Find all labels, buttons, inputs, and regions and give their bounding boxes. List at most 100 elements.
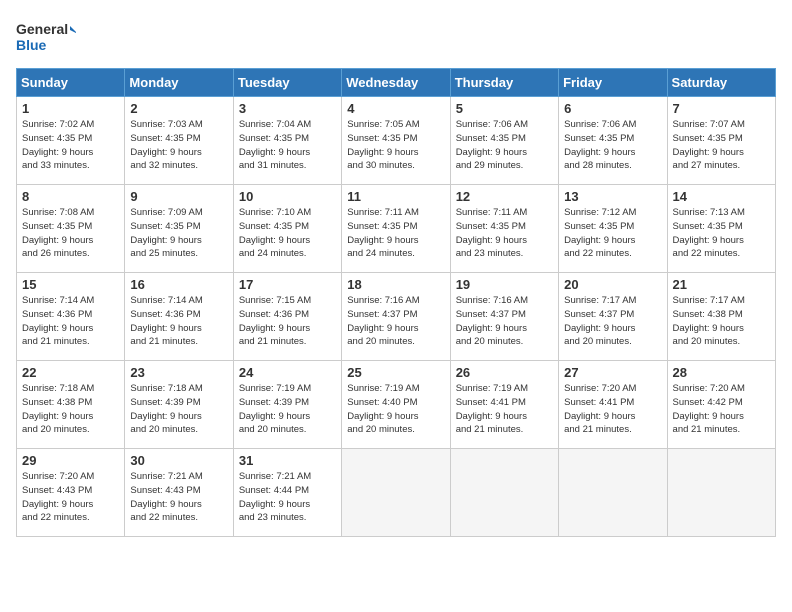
day-number: 14 (673, 189, 770, 204)
day-info: Sunrise: 7:04 AMSunset: 4:35 PMDaylight:… (239, 118, 336, 173)
day-info: Sunrise: 7:08 AMSunset: 4:35 PMDaylight:… (22, 206, 119, 261)
day-number: 1 (22, 101, 119, 116)
day-number: 9 (130, 189, 227, 204)
calendar-cell: 5 Sunrise: 7:06 AMSunset: 4:35 PMDaylight… (450, 97, 558, 185)
calendar-cell (667, 449, 775, 537)
day-number: 10 (239, 189, 336, 204)
day-number: 2 (130, 101, 227, 116)
calendar-cell: 31 Sunrise: 7:21 AMSunset: 4:44 PMDayligh… (233, 449, 341, 537)
weekday-header-saturday: Saturday (667, 69, 775, 97)
calendar-body: 1 Sunrise: 7:02 AMSunset: 4:35 PMDaylight… (17, 97, 776, 537)
day-info: Sunrise: 7:11 AMSunset: 4:35 PMDaylight:… (456, 206, 553, 261)
calendar-cell: 24 Sunrise: 7:19 AMSunset: 4:39 PMDayligh… (233, 361, 341, 449)
calendar-cell: 28 Sunrise: 7:20 AMSunset: 4:42 PMDayligh… (667, 361, 775, 449)
calendar-cell: 30 Sunrise: 7:21 AMSunset: 4:43 PMDayligh… (125, 449, 233, 537)
day-info: Sunrise: 7:11 AMSunset: 4:35 PMDaylight:… (347, 206, 444, 261)
weekday-header-wednesday: Wednesday (342, 69, 450, 97)
day-info: Sunrise: 7:16 AMSunset: 4:37 PMDaylight:… (456, 294, 553, 349)
calendar: SundayMondayTuesdayWednesdayThursdayFrid… (16, 68, 776, 537)
day-number: 21 (673, 277, 770, 292)
day-info: Sunrise: 7:21 AMSunset: 4:44 PMDaylight:… (239, 470, 336, 525)
day-info: Sunrise: 7:05 AMSunset: 4:35 PMDaylight:… (347, 118, 444, 173)
calendar-cell: 19Sunrise: 7:16 AMSunset: 4:37 PMDayligh… (450, 273, 558, 361)
day-info: Sunrise: 7:19 AMSunset: 4:39 PMDaylight:… (239, 382, 336, 437)
calendar-cell: 2 Sunrise: 7:03 AMSunset: 4:35 PMDaylight… (125, 97, 233, 185)
calendar-cell: 12Sunrise: 7:11 AMSunset: 4:35 PMDayligh… (450, 185, 558, 273)
calendar-cell: 3 Sunrise: 7:04 AMSunset: 4:35 PMDaylight… (233, 97, 341, 185)
day-info: Sunrise: 7:21 AMSunset: 4:43 PMDaylight:… (130, 470, 227, 525)
week-row-3: 15 Sunrise: 7:14 AMSunset: 4:36 PMDayligh… (17, 273, 776, 361)
calendar-cell: 11 Sunrise: 7:11 AMSunset: 4:35 PMDayligh… (342, 185, 450, 273)
calendar-cell: 22 Sunrise: 7:18 AMSunset: 4:38 PMDayligh… (17, 361, 125, 449)
day-number: 23 (130, 365, 227, 380)
calendar-cell: 9Sunrise: 7:09 AMSunset: 4:35 PMDaylight… (125, 185, 233, 273)
weekday-header-tuesday: Tuesday (233, 69, 341, 97)
day-info: Sunrise: 7:07 AMSunset: 4:35 PMDaylight:… (673, 118, 770, 173)
day-info: Sunrise: 7:06 AMSunset: 4:35 PMDaylight:… (456, 118, 553, 173)
weekday-header-monday: Monday (125, 69, 233, 97)
calendar-cell: 8 Sunrise: 7:08 AMSunset: 4:35 PMDaylight… (17, 185, 125, 273)
calendar-cell (559, 449, 667, 537)
day-info: Sunrise: 7:19 AMSunset: 4:41 PMDaylight:… (456, 382, 553, 437)
day-number: 27 (564, 365, 661, 380)
day-info: Sunrise: 7:15 AMSunset: 4:36 PMDaylight:… (239, 294, 336, 349)
day-info: Sunrise: 7:03 AMSunset: 4:35 PMDaylight:… (130, 118, 227, 173)
day-number: 26 (456, 365, 553, 380)
calendar-cell: 29Sunrise: 7:20 AMSunset: 4:43 PMDayligh… (17, 449, 125, 537)
weekday-header-thursday: Thursday (450, 69, 558, 97)
week-row-1: 1 Sunrise: 7:02 AMSunset: 4:35 PMDaylight… (17, 97, 776, 185)
day-number: 3 (239, 101, 336, 116)
day-number: 17 (239, 277, 336, 292)
day-info: Sunrise: 7:14 AMSunset: 4:36 PMDaylight:… (130, 294, 227, 349)
svg-text:Blue: Blue (16, 37, 47, 53)
calendar-cell: 25Sunrise: 7:19 AMSunset: 4:40 PMDayligh… (342, 361, 450, 449)
calendar-cell: 16 Sunrise: 7:14 AMSunset: 4:36 PMDayligh… (125, 273, 233, 361)
day-info: Sunrise: 7:17 AMSunset: 4:37 PMDaylight:… (564, 294, 661, 349)
day-number: 25 (347, 365, 444, 380)
day-info: Sunrise: 7:18 AMSunset: 4:38 PMDaylight:… (22, 382, 119, 437)
day-number: 31 (239, 453, 336, 468)
day-info: Sunrise: 7:02 AMSunset: 4:35 PMDaylight:… (22, 118, 119, 173)
day-number: 29 (22, 453, 119, 468)
day-info: Sunrise: 7:06 AMSunset: 4:35 PMDaylight:… (564, 118, 661, 173)
day-number: 18 (347, 277, 444, 292)
day-info: Sunrise: 7:14 AMSunset: 4:36 PMDaylight:… (22, 294, 119, 349)
calendar-cell: 15 Sunrise: 7:14 AMSunset: 4:36 PMDayligh… (17, 273, 125, 361)
calendar-cell: 4 Sunrise: 7:05 AMSunset: 4:35 PMDaylight… (342, 97, 450, 185)
calendar-cell: 14 Sunrise: 7:13 AMSunset: 4:35 PMDayligh… (667, 185, 775, 273)
calendar-cell: 1 Sunrise: 7:02 AMSunset: 4:35 PMDaylight… (17, 97, 125, 185)
day-number: 24 (239, 365, 336, 380)
weekday-header-friday: Friday (559, 69, 667, 97)
day-info: Sunrise: 7:13 AMSunset: 4:35 PMDaylight:… (673, 206, 770, 261)
day-number: 6 (564, 101, 661, 116)
day-number: 5 (456, 101, 553, 116)
calendar-cell: 6 Sunrise: 7:06 AMSunset: 4:35 PMDaylight… (559, 97, 667, 185)
day-number: 4 (347, 101, 444, 116)
day-info: Sunrise: 7:20 AMSunset: 4:41 PMDaylight:… (564, 382, 661, 437)
calendar-cell: 23Sunrise: 7:18 AMSunset: 4:39 PMDayligh… (125, 361, 233, 449)
day-number: 15 (22, 277, 119, 292)
calendar-cell: 18Sunrise: 7:16 AMSunset: 4:37 PMDayligh… (342, 273, 450, 361)
calendar-cell: 21 Sunrise: 7:17 AMSunset: 4:38 PMDayligh… (667, 273, 775, 361)
calendar-cell: 7 Sunrise: 7:07 AMSunset: 4:35 PMDaylight… (667, 97, 775, 185)
calendar-cell: 10 Sunrise: 7:10 AMSunset: 4:35 PMDayligh… (233, 185, 341, 273)
day-info: Sunrise: 7:17 AMSunset: 4:38 PMDaylight:… (673, 294, 770, 349)
calendar-cell: 26 Sunrise: 7:19 AMSunset: 4:41 PMDayligh… (450, 361, 558, 449)
svg-text:General: General (16, 21, 68, 37)
calendar-cell: 27 Sunrise: 7:20 AMSunset: 4:41 PMDayligh… (559, 361, 667, 449)
day-info: Sunrise: 7:20 AMSunset: 4:42 PMDaylight:… (673, 382, 770, 437)
day-number: 8 (22, 189, 119, 204)
logo: General Blue (16, 16, 76, 56)
day-number: 30 (130, 453, 227, 468)
day-number: 11 (347, 189, 444, 204)
calendar-cell: 13Sunrise: 7:12 AMSunset: 4:35 PMDayligh… (559, 185, 667, 273)
day-number: 22 (22, 365, 119, 380)
day-number: 13 (564, 189, 661, 204)
day-number: 28 (673, 365, 770, 380)
header: General Blue (16, 16, 776, 56)
day-info: Sunrise: 7:10 AMSunset: 4:35 PMDaylight:… (239, 206, 336, 261)
day-number: 7 (673, 101, 770, 116)
calendar-cell (450, 449, 558, 537)
day-number: 16 (130, 277, 227, 292)
calendar-cell (342, 449, 450, 537)
